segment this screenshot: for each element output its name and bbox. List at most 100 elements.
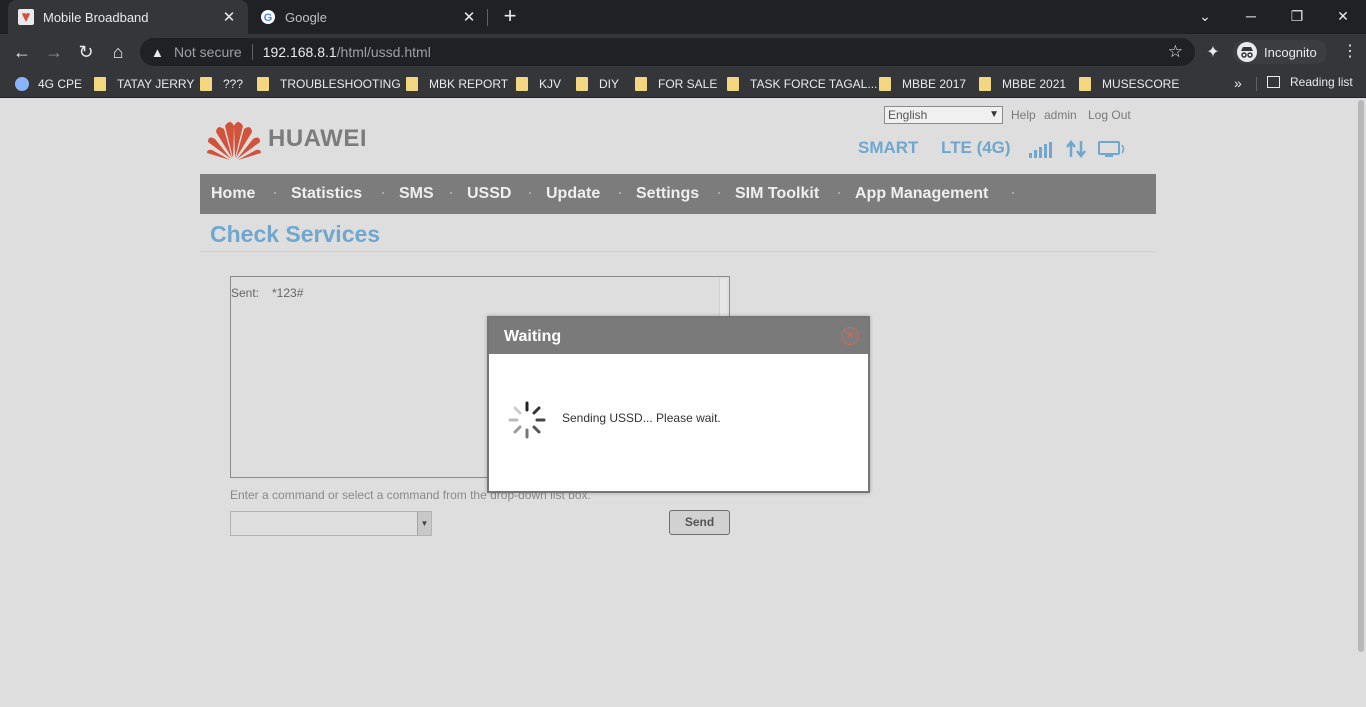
- command-combobox[interactable]: ▼: [230, 511, 432, 536]
- browser-menu-icon[interactable]: ⋮: [1340, 40, 1360, 64]
- network-type: LTE (4G): [941, 138, 1011, 157]
- bookmark-folder[interactable]: TATAY JERRY: [94, 75, 194, 93]
- dialog-title: Waiting: [504, 328, 562, 345]
- menu-settings[interactable]: Settings: [636, 185, 699, 203]
- globe-icon: [15, 77, 29, 91]
- url-path: /html/ussd.html: [336, 44, 431, 60]
- signal-strength-icon: [1029, 142, 1053, 158]
- language-select[interactable]: English ▼: [884, 106, 1003, 124]
- dialog-header: Waiting ×: [489, 318, 868, 354]
- menu-separator: [838, 192, 840, 194]
- title-divider: [200, 251, 1156, 252]
- omnibox-divider: [251, 44, 253, 60]
- home-icon[interactable]: ⌂: [104, 38, 132, 66]
- help-link[interactable]: Help: [1011, 108, 1036, 122]
- send-button[interactable]: Send: [669, 510, 730, 535]
- svg-text:G: G: [264, 12, 273, 24]
- url-host: 192.168.8.1: [262, 44, 337, 60]
- bookmarks-divider: [1256, 77, 1257, 91]
- bookmark-folder[interactable]: MUSESCORE: [1079, 75, 1179, 93]
- chevron-down-icon[interactable]: ▼: [417, 512, 431, 535]
- chevron-down-icon: ▼: [989, 109, 999, 120]
- folder-icon: [635, 77, 647, 91]
- google-favicon-icon: G: [260, 9, 276, 25]
- tab-mobile-broadband[interactable]: Mobile Broadband ✕: [8, 0, 248, 34]
- bookmark-folder[interactable]: TROUBLESHOOTING: [257, 75, 401, 93]
- folder-icon: [200, 77, 212, 91]
- menu-separator: [718, 192, 720, 194]
- admin-label: admin: [1044, 108, 1077, 122]
- bookmark-item[interactable]: 4G CPE: [15, 75, 82, 93]
- logout-link[interactable]: Log Out: [1088, 108, 1131, 122]
- scroll-thumb[interactable]: [1358, 100, 1364, 652]
- reading-list-button[interactable]: Reading list: [1267, 75, 1353, 89]
- warning-icon[interactable]: ▲: [151, 45, 167, 60]
- bookmark-folder[interactable]: MBBE 2021: [979, 75, 1066, 93]
- close-icon[interactable]: ×: [841, 327, 859, 345]
- window-close-icon[interactable]: ✕: [1320, 0, 1366, 32]
- address-bar[interactable]: ▲ Not secure 192.168.8.1 /html/ussd.html…: [140, 38, 1195, 66]
- folder-icon: [979, 77, 991, 91]
- back-arrow-icon[interactable]: ←: [8, 38, 36, 66]
- sent-label: Sent:: [231, 286, 260, 300]
- reload-icon[interactable]: ↻: [72, 38, 100, 66]
- bookmark-folder[interactable]: FOR SALE: [635, 75, 717, 93]
- menu-separator: [450, 192, 452, 194]
- dialog-message: Sending USSD... Please wait.: [562, 411, 721, 425]
- loading-spinner-icon: [508, 401, 546, 439]
- bookmark-folder[interactable]: DIY: [576, 75, 619, 93]
- menu-sms[interactable]: SMS: [399, 185, 434, 203]
- menu-separator: [274, 192, 276, 194]
- bookmark-label: MBBE 2017: [902, 77, 967, 91]
- extensions-puzzle-icon[interactable]: ✦: [1203, 42, 1223, 62]
- menu-ussd[interactable]: USSD: [467, 185, 511, 203]
- menu-update[interactable]: Update: [546, 185, 600, 203]
- tab-search-chevron-icon[interactable]: ⌄: [1182, 0, 1228, 32]
- menu-separator: [382, 192, 384, 194]
- bookmark-label: TROUBLESHOOTING: [280, 77, 401, 91]
- bookmark-star-icon[interactable]: ☆: [1168, 42, 1183, 62]
- huawei-logo: HUAWEI: [206, 118, 367, 160]
- bookmark-folder[interactable]: KJV: [516, 75, 561, 93]
- folder-icon: [516, 77, 528, 91]
- forward-arrow-icon[interactable]: →: [40, 38, 68, 66]
- bookmark-folder[interactable]: TASK FORCE TAGAL...: [727, 75, 877, 93]
- reading-list-icon: [1267, 76, 1280, 88]
- restore-icon[interactable]: ❐: [1274, 0, 1320, 32]
- page-scrollbar[interactable]: [1356, 98, 1366, 707]
- not-secure-label[interactable]: Not secure: [174, 44, 242, 60]
- tab-divider: [487, 9, 488, 26]
- bookmark-folder[interactable]: MBK REPORT: [406, 75, 508, 93]
- incognito-badge[interactable]: Incognito: [1233, 40, 1327, 64]
- bookmark-folder[interactable]: ???: [200, 75, 243, 93]
- bookmark-label: FOR SALE: [658, 77, 718, 91]
- page-viewport: HUAWEI English ▼ Help admin Log Out SMAR…: [0, 98, 1366, 707]
- data-transfer-arrows-icon: [1066, 140, 1086, 158]
- menu-home[interactable]: Home: [211, 185, 255, 203]
- bookmark-label: MBK REPORT: [429, 77, 509, 91]
- waiting-dialog: Waiting × Sending USSD... Please wait.: [487, 316, 870, 493]
- bookmark-label: TASK FORCE TAGAL...: [750, 77, 878, 91]
- sent-command: *123#: [272, 286, 304, 300]
- minimize-icon[interactable]: ─: [1228, 0, 1274, 32]
- language-value: English: [888, 108, 928, 122]
- tab-title: Google: [285, 9, 327, 25]
- huawei-petal-icon: [207, 122, 261, 160]
- menu-separator: [529, 192, 531, 194]
- huawei-favicon-icon: [18, 9, 34, 25]
- menu-statistics[interactable]: Statistics: [291, 185, 362, 203]
- tab-close-icon[interactable]: ✕: [220, 8, 238, 26]
- tab-google[interactable]: G Google ✕: [250, 0, 488, 34]
- incognito-label: Incognito: [1264, 44, 1317, 60]
- menu-sim-toolkit[interactable]: SIM Toolkit: [735, 185, 819, 203]
- bookmark-label: ???: [223, 77, 244, 91]
- menu-separator: [1012, 192, 1014, 194]
- menu-app-management[interactable]: App Management: [855, 185, 988, 203]
- tab-close-icon[interactable]: ✕: [460, 8, 478, 26]
- incognito-icon: [1237, 42, 1257, 62]
- bookmark-folder[interactable]: MBBE 2017: [879, 75, 966, 93]
- new-tab-icon[interactable]: +: [498, 4, 522, 30]
- folder-icon: [576, 77, 588, 91]
- more-bookmarks-chevron-icon[interactable]: »: [1234, 75, 1242, 91]
- reading-list-label: Reading list: [1290, 75, 1353, 89]
